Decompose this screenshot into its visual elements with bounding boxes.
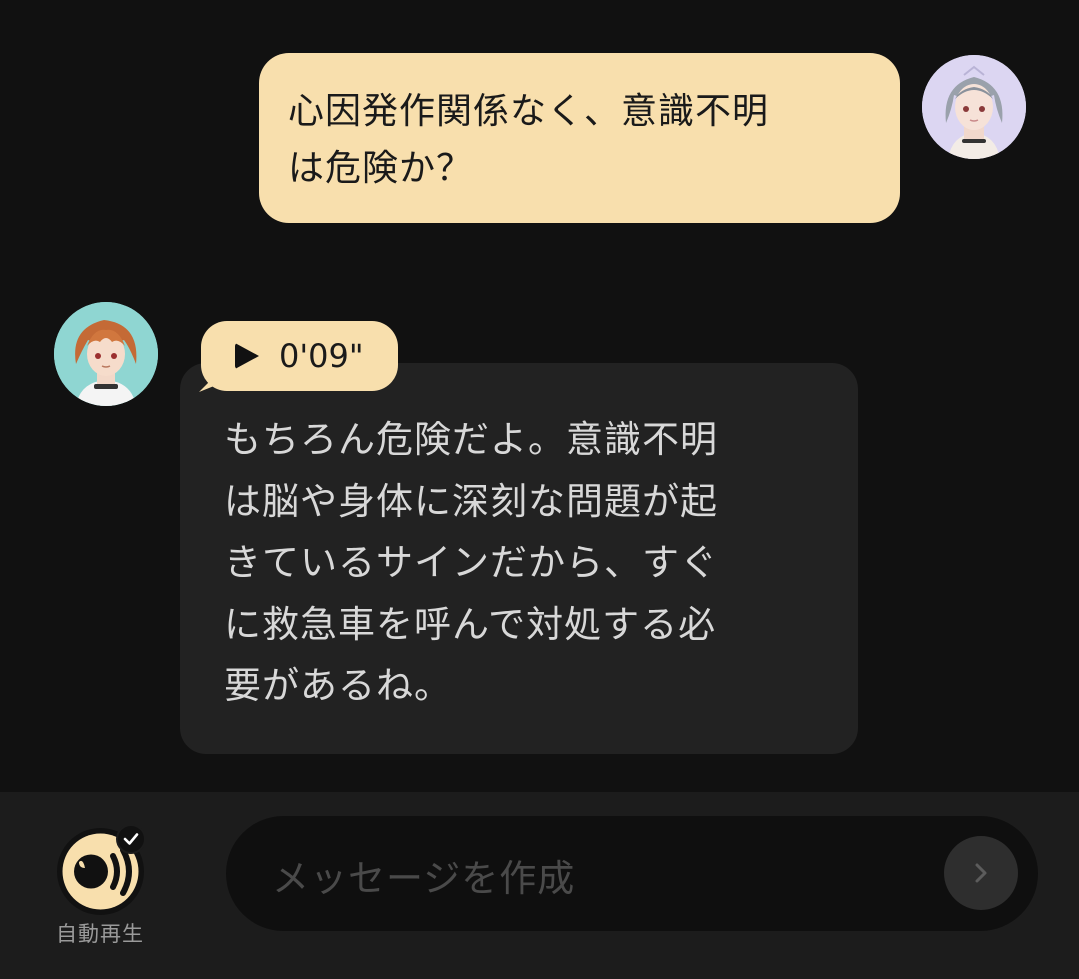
user-message-line: 心因発作関係なく、意識不明 bbox=[288, 91, 770, 132]
chevron-right-icon bbox=[975, 863, 987, 883]
bot-message-bubble: もちろん危険だよ。意識不明 は脳や身体に深刻な問題が起 きているサインだから、す… bbox=[180, 363, 858, 754]
bot-message-line: に救急車を呼んで対処する必 bbox=[224, 602, 717, 646]
send-button[interactable] bbox=[944, 836, 1018, 910]
check-icon bbox=[116, 824, 146, 854]
bot-message-line: もちろん危険だよ。意識不明 bbox=[224, 418, 718, 461]
user-avatar[interactable] bbox=[922, 55, 1026, 159]
autoplay-toggle[interactable]: 自動再生 bbox=[50, 824, 150, 949]
message-input[interactable]: メッセージを作成 bbox=[226, 816, 1038, 931]
user-avatar-image bbox=[922, 55, 1026, 159]
bot-message-line: は脳や身体に深刻な問題が起 bbox=[224, 479, 718, 523]
bot-avatar[interactable] bbox=[54, 302, 158, 406]
message-input-placeholder: メッセージを作成 bbox=[272, 857, 576, 900]
play-icon bbox=[235, 343, 259, 369]
bot-message-line: きているサインだから、すぐ bbox=[224, 541, 718, 584]
chat-screen: 心因発作関係なく、意識不明 は危険か？ もちろん危険だよ。意識不明 は脳や身体に… bbox=[0, 0, 1079, 979]
autoplay-label: 自動再生 bbox=[56, 922, 144, 946]
bot-avatar-image bbox=[54, 302, 158, 406]
user-message-bubble: 心因発作関係なく、意識不明 は危険か？ bbox=[259, 53, 900, 223]
user-message-line: は危険か？ bbox=[288, 148, 474, 189]
bot-message-line: 要があるね。 bbox=[224, 664, 452, 707]
voice-play-button[interactable]: 0'09" bbox=[201, 321, 398, 391]
voice-duration: 0'09" bbox=[279, 337, 364, 375]
